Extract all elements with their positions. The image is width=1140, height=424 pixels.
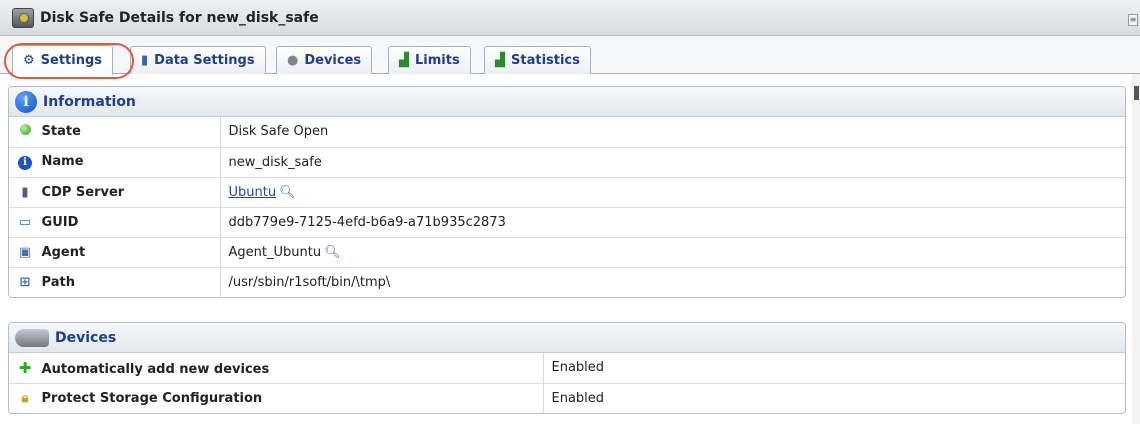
path-icon: ⊞ (19, 274, 31, 290)
computer-icon: ▣ (18, 244, 32, 260)
tab-devices[interactable]: ● Devices (276, 46, 373, 74)
tab-statistics[interactable]: ▟ Statistics (484, 46, 591, 74)
table-row: ▭ GUID ddb779e9-7125-4efd-b6a9-a71b935c2… (9, 206, 1125, 237)
database-icon: ▮ (141, 53, 149, 68)
chart-icon: ▟ (495, 53, 505, 68)
row-label-state: State (9, 117, 221, 147)
drive-icon (15, 328, 49, 347)
tab-limits-label: Limits (415, 53, 460, 68)
tab-statistics-label: Statistics (511, 53, 580, 68)
information-title: Information (43, 93, 136, 110)
row-label-protect-storage: 🔒︎ Protect Storage Configuration (9, 382, 544, 413)
table-row: ▮ CDP Server Ubuntu 🔍︎ (9, 176, 1125, 207)
table-row: i Name new_disk_safe (9, 146, 1125, 177)
disk-safe-icon (12, 7, 34, 28)
info-icon: i (17, 154, 33, 170)
row-label-guid: ▭ GUID (9, 206, 221, 237)
tab-data-settings[interactable]: ▮ Data Settings (130, 46, 266, 74)
row-value-cdp-server: Ubuntu 🔍︎ (220, 176, 1125, 207)
tab-settings-label: Settings (40, 53, 103, 68)
devices-panel: Devices ✚ Automatically add new devices … (8, 322, 1126, 414)
row-value-auto-add-devices: Enabled (551, 360, 605, 376)
tab-bar: ⚙ Settings ▮ Data Settings ● Devices ▟ L… (0, 36, 1140, 75)
row-value-protect-storage: Enabled (543, 382, 1125, 413)
chart-icon: ▟ (399, 53, 409, 68)
row-label-agent: ▣ Agent (9, 236, 221, 267)
table-row: ✚ Automatically add new devices Enabled (9, 353, 1125, 383)
gear-icon: ⚙ (23, 53, 35, 68)
magnifier-icon[interactable]: 🔍︎ (279, 185, 296, 200)
table-row: ▣ Agent Agent_Ubuntu 🔍︎ (9, 236, 1125, 267)
row-value-name: new_disk_safe (220, 146, 1125, 177)
scrollbar[interactable] (1132, 74, 1140, 424)
row-label-path: ⊞ Path (9, 266, 221, 297)
row-value-guid: ddb779e9-7125-4efd-b6a9-a71b935c2873 (220, 206, 1125, 237)
lock-icon: 🔒︎ (21, 390, 29, 406)
devices-table: ✚ Automatically add new devices Enabled … (9, 353, 1125, 413)
scrollbar-thumb[interactable] (1134, 86, 1139, 100)
tab-limits[interactable]: ▟ Limits (388, 46, 471, 74)
info-icon: i (15, 90, 37, 113)
server-icon: ▮ (21, 184, 29, 200)
table-row: 🔒︎ Protect Storage Configuration Enabled (9, 382, 1125, 413)
row-label-name: i Name (9, 146, 221, 177)
table-row: State Disk Safe Open (9, 117, 1125, 147)
green-plus-icon: ✚ (18, 358, 32, 377)
drive-icon: ● (287, 53, 299, 68)
row-value-path: /usr/sbin/r1soft/bin/\tmp\ (220, 266, 1125, 297)
window-corner-icon[interactable]: ≡ (1128, 14, 1138, 26)
row-label-auto-add-devices: ✚ Automatically add new devices (9, 353, 544, 383)
tab-devices-label: Devices (304, 53, 362, 68)
row-value-state: Disk Safe Open (228, 124, 329, 140)
tab-settings[interactable]: ⚙ Settings (12, 45, 114, 75)
information-header: i Information (9, 87, 1125, 117)
window-title: Disk Safe Details for new_disk_safe (40, 9, 319, 26)
devices-header: Devices (9, 323, 1125, 353)
green-status-dot-icon (17, 124, 33, 139)
cdp-server-link[interactable]: Ubuntu (229, 185, 277, 200)
row-value-agent: Agent_Ubuntu 🔍︎ (220, 236, 1125, 267)
row-label-cdp-server: ▮ CDP Server (9, 176, 221, 207)
table-row: ⊞ Path /usr/sbin/r1soft/bin/\tmp\ (9, 266, 1125, 297)
tab-data-settings-label: Data Settings (154, 53, 255, 68)
window-titlebar: Disk Safe Details for new_disk_safe ≡ (0, 0, 1140, 36)
information-table: State Disk Safe Open i Name new_disk_saf… (9, 117, 1125, 297)
devices-title: Devices (55, 329, 117, 346)
magnifier-icon[interactable]: 🔍︎ (324, 245, 341, 260)
information-panel: i Information State Disk Safe Open i Nam… (8, 86, 1126, 298)
id-card-icon: ▭ (18, 214, 32, 230)
